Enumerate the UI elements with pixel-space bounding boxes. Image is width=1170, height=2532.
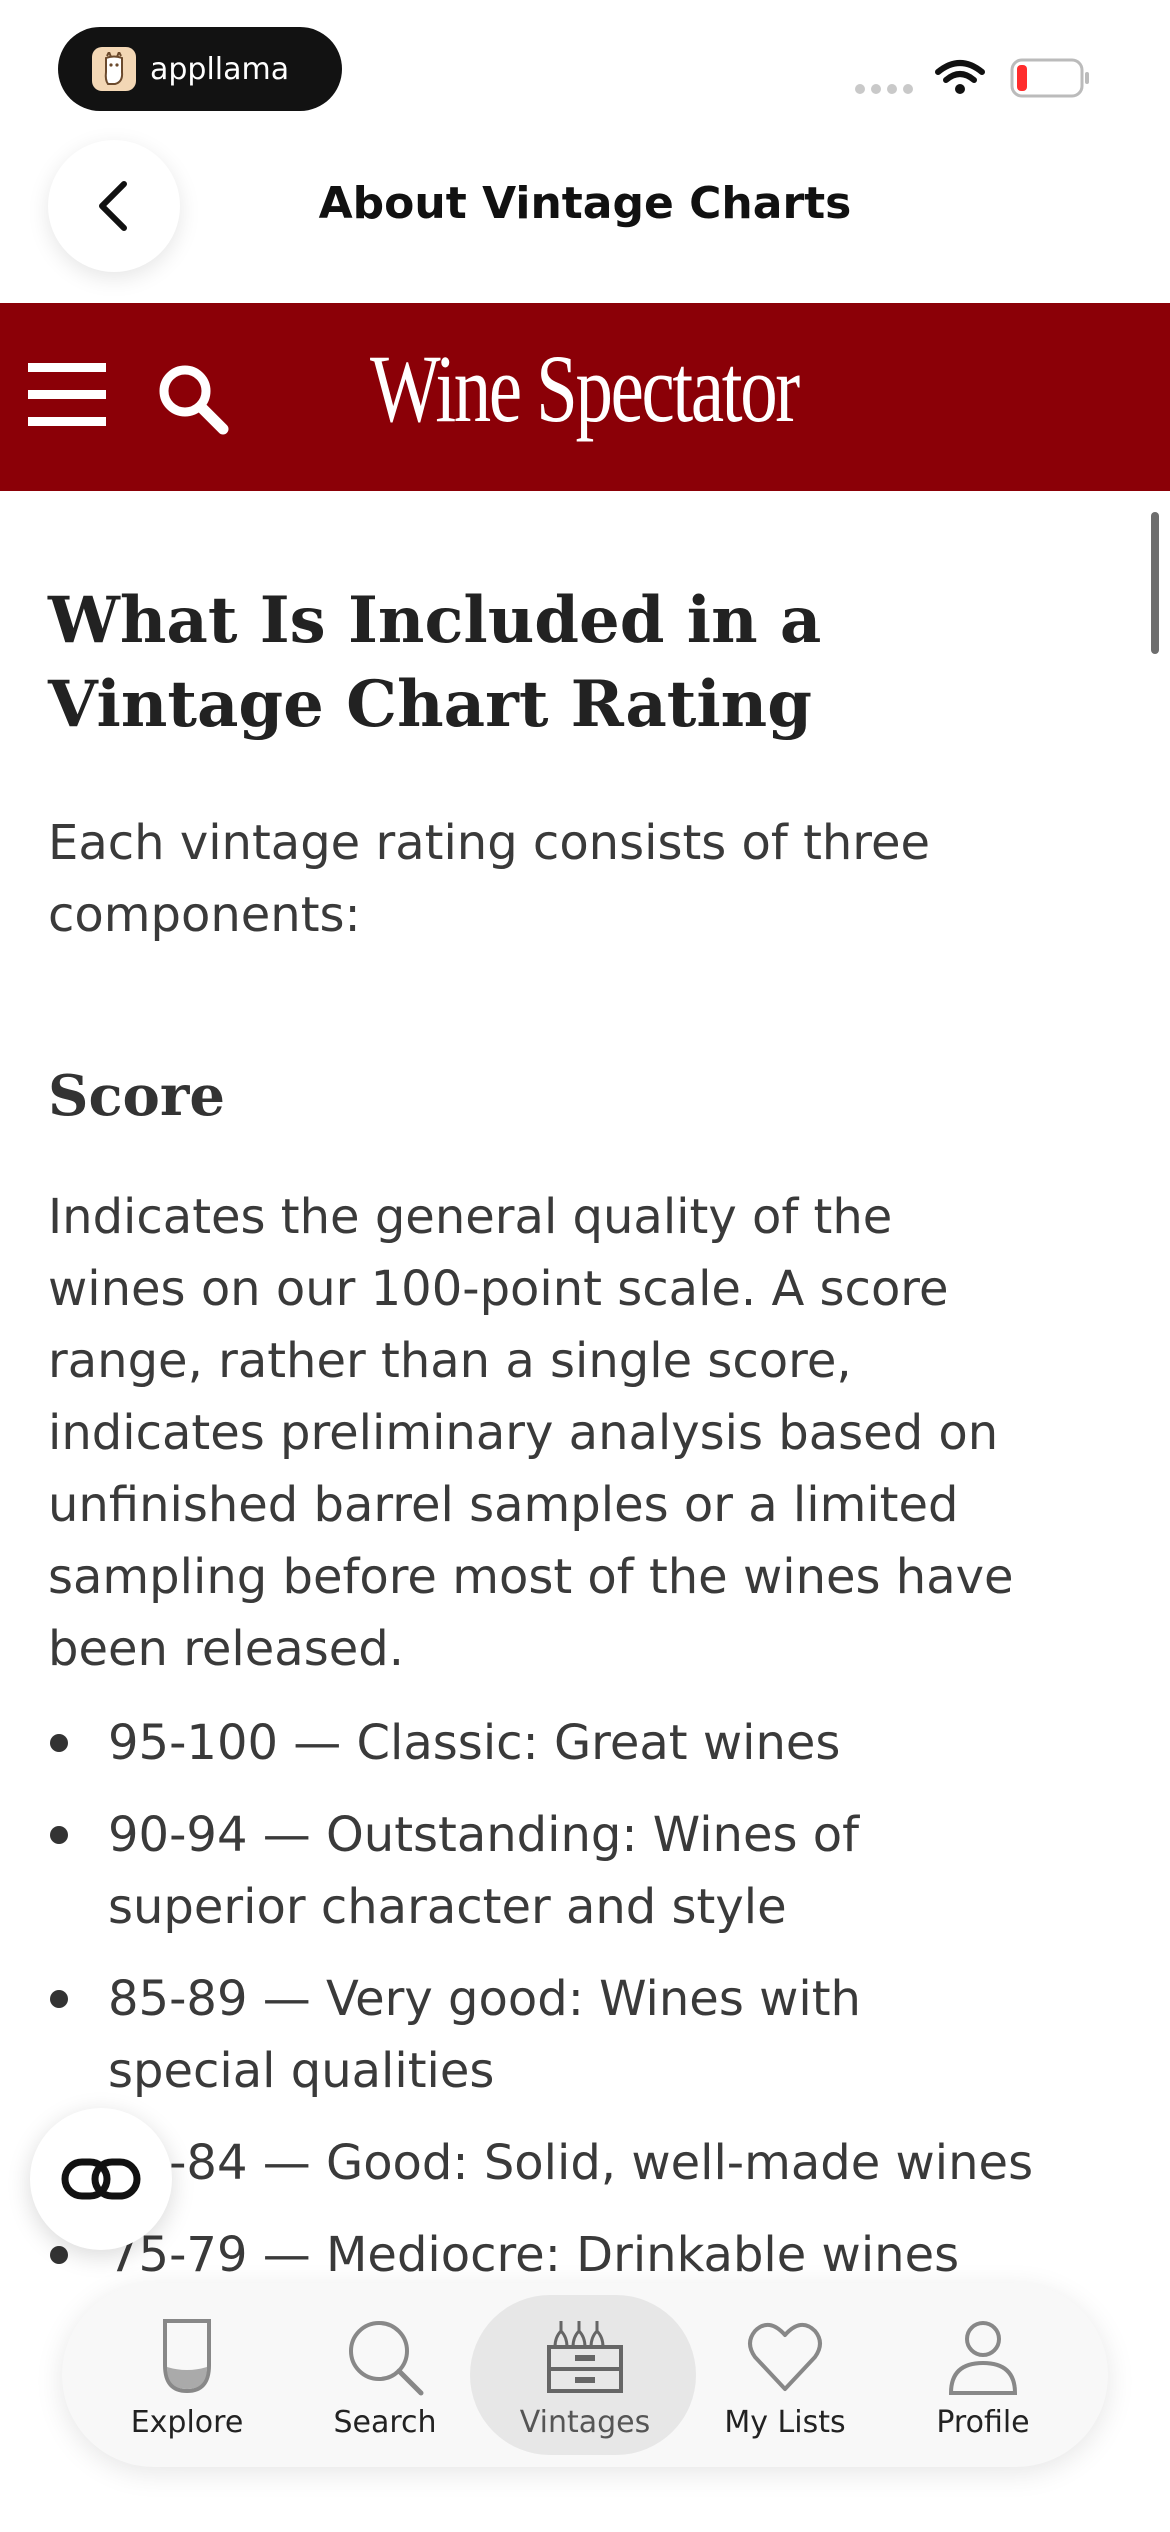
brand-label: appllama xyxy=(150,51,290,87)
tab-search[interactable]: Search xyxy=(290,2283,480,2467)
intro-paragraph: Each vintage rating consists of three co… xyxy=(48,815,931,943)
score-list: 95-100 — Classic: Great wines 90-94 — Ou… xyxy=(48,1707,1038,2363)
status-bar: appllama xyxy=(0,0,1170,140)
list-item: 95-100 — Classic: Great wines xyxy=(48,1707,1038,1779)
article-content: What Is Included in a Vintage Chart Rati… xyxy=(48,491,1038,2383)
wine-spectator-logo[interactable]: Wine Spectator xyxy=(370,333,800,444)
link-button[interactable] xyxy=(30,2108,172,2250)
list-item: 90-94 — Outstanding: Wines of superior c… xyxy=(48,1799,1038,1943)
person-icon xyxy=(948,2321,1018,2395)
site-header-banner: Wine Spectator xyxy=(0,303,1170,491)
tab-vintages[interactable]: Vintages xyxy=(470,2283,696,2467)
article-heading: What Is Included in a Vintage Chart Rati… xyxy=(48,583,822,742)
tab-explore[interactable]: Explore xyxy=(92,2283,282,2467)
wine-glass-icon xyxy=(163,2319,211,2394)
llama-logo-icon xyxy=(92,47,136,91)
tab-profile[interactable]: Profile xyxy=(888,2283,1078,2467)
search-icon xyxy=(349,2321,424,2396)
list-item: 85-89 — Very good: Wines with special qu… xyxy=(48,1963,1038,2107)
page-title: About Vintage Charts xyxy=(318,178,852,229)
heart-icon xyxy=(748,2323,822,2391)
score-paragraph: Indicates the general quality of the win… xyxy=(48,1189,1014,1677)
tab-my-lists[interactable]: My Lists xyxy=(690,2283,880,2467)
search-icon[interactable] xyxy=(155,361,231,437)
battery-icon xyxy=(1010,58,1089,98)
scrollbar[interactable] xyxy=(1151,512,1159,654)
hamburger-menu-icon[interactable] xyxy=(28,359,106,431)
link-chain-icon xyxy=(61,2158,141,2200)
wifi-icon xyxy=(935,60,985,94)
appllama-badge[interactable]: appllama xyxy=(58,27,342,111)
list-item: 80-84 — Good: Solid, well-made wines xyxy=(48,2127,1038,2199)
nav-header: About Vintage Charts xyxy=(0,140,1170,303)
score-heading: Score xyxy=(48,1063,226,1129)
tab-bar: Explore Search Vintages My Lists Profile xyxy=(62,2283,1108,2467)
wine-crate-icon xyxy=(547,2321,623,2393)
signal-icon xyxy=(855,84,913,94)
